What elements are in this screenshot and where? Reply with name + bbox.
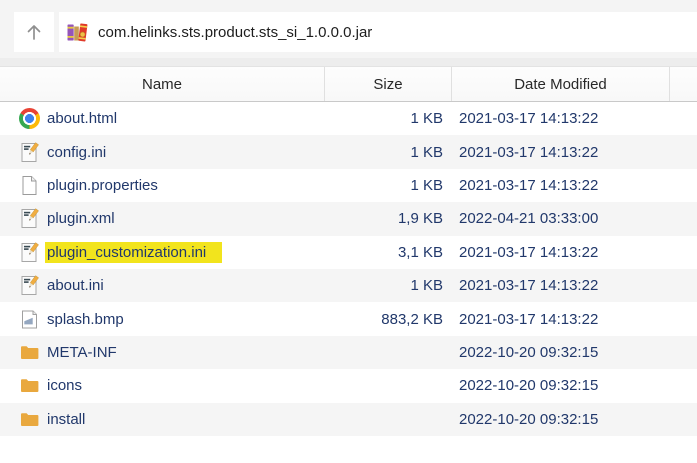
file-date-modified: 2021-03-17 14:13:22 xyxy=(452,144,670,161)
ini-file-icon xyxy=(19,275,40,296)
file-name: META-INF xyxy=(47,342,117,363)
file-name: config.ini xyxy=(47,142,106,163)
file-date-modified: 2021-03-17 14:13:22 xyxy=(452,311,670,328)
folder-file-icon xyxy=(19,342,40,363)
name-cell: plugin.properties xyxy=(0,175,325,196)
folder-file-icon xyxy=(19,375,40,396)
bitmap-image-icon xyxy=(19,309,40,330)
file-date-modified: 2021-03-17 14:13:22 xyxy=(452,110,670,127)
doc-file-icon xyxy=(19,175,40,196)
file-name: plugin.xml xyxy=(47,208,115,229)
chrome-file-icon xyxy=(19,108,40,129)
table-row[interactable]: plugin.properties 1 KB 2021-03-17 14:13:… xyxy=(0,169,697,202)
name-cell: META-INF xyxy=(0,342,325,363)
file-date-modified: 2021-03-17 14:13:22 xyxy=(452,244,670,261)
table-row[interactable]: plugin_customization.ini 3,1 KB 2021-03-… xyxy=(0,236,697,269)
folder-icon xyxy=(19,342,40,363)
ini-file-icon xyxy=(19,242,40,263)
file-name: about.ini xyxy=(47,275,104,296)
file-date-modified: 2022-10-20 09:32:15 xyxy=(452,411,670,428)
blank-document-icon xyxy=(19,175,40,196)
file-table-body: about.html 1 KB 2021-03-17 14:13:22 xyxy=(0,102,697,436)
jar-archive-icon xyxy=(66,21,89,44)
address-bar[interactable]: com.helinks.sts.product.sts_si_1.0.0.0.j… xyxy=(59,12,697,52)
table-row[interactable]: about.ini 1 KB 2021-03-17 14:13:22 xyxy=(0,269,697,302)
file-name: icons xyxy=(47,375,82,396)
file-date-modified: 2022-04-21 03:33:00 xyxy=(452,210,670,227)
name-cell: config.ini xyxy=(0,142,325,163)
file-size: 1 KB xyxy=(325,144,452,161)
file-name: plugin.properties xyxy=(47,175,158,196)
file-name: plugin_customization.ini xyxy=(45,242,222,263)
name-cell: about.html xyxy=(0,108,325,129)
settings-file-icon xyxy=(19,142,40,163)
file-date-modified: 2022-10-20 09:32:15 xyxy=(452,344,670,361)
up-arrow-icon xyxy=(23,21,45,43)
column-header-size[interactable]: Size xyxy=(325,67,452,101)
table-row[interactable]: icons 2022-10-20 09:32:15 xyxy=(0,369,697,402)
name-cell: about.ini xyxy=(0,275,325,296)
column-header-date-modified[interactable]: Date Modified xyxy=(452,67,670,101)
folder-icon xyxy=(19,409,40,430)
settings-file-icon xyxy=(19,275,40,296)
file-size: 883,2 KB xyxy=(325,311,452,328)
column-header-name[interactable]: Name xyxy=(0,67,325,101)
file-date-modified: 2021-03-17 14:13:22 xyxy=(452,177,670,194)
file-name: about.html xyxy=(47,108,117,129)
file-date-modified: 2021-03-17 14:13:22 xyxy=(452,277,670,294)
toolbar: com.helinks.sts.product.sts_si_1.0.0.0.j… xyxy=(0,0,697,66)
name-cell: icons xyxy=(0,375,325,396)
image-file-icon xyxy=(19,309,40,330)
file-size: 1,9 KB xyxy=(325,210,452,227)
table-row[interactable]: META-INF 2022-10-20 09:32:15 xyxy=(0,336,697,369)
archive-filename: com.helinks.sts.product.sts_si_1.0.0.0.j… xyxy=(98,24,372,41)
ini-file-icon xyxy=(19,208,40,229)
settings-file-icon xyxy=(19,242,40,263)
file-date-modified: 2022-10-20 09:32:15 xyxy=(452,377,670,394)
file-size: 1 KB xyxy=(325,110,452,127)
name-cell: plugin.xml xyxy=(0,208,325,229)
settings-file-icon xyxy=(19,208,40,229)
folder-file-icon xyxy=(19,409,40,430)
up-button[interactable] xyxy=(14,12,54,52)
table-row[interactable]: plugin.xml 1,9 KB 2022-04-21 03:33:00 xyxy=(0,202,697,235)
table-row[interactable]: splash.bmp 883,2 KB 2021-03-17 14:13:22 xyxy=(0,302,697,335)
column-header-spacer xyxy=(670,67,697,101)
file-size: 1 KB xyxy=(325,177,452,194)
ini-file-icon xyxy=(19,142,40,163)
column-headers: Name Size Date Modified xyxy=(0,66,697,102)
table-row[interactable]: install 2022-10-20 09:32:15 xyxy=(0,403,697,436)
name-cell: plugin_customization.ini xyxy=(0,242,325,263)
name-cell: install xyxy=(0,409,325,430)
table-row[interactable]: about.html 1 KB 2021-03-17 14:13:22 xyxy=(0,102,697,135)
name-cell: splash.bmp xyxy=(0,309,325,330)
folder-icon xyxy=(19,375,40,396)
file-name: splash.bmp xyxy=(47,309,124,330)
chrome-icon xyxy=(19,108,40,129)
file-size: 3,1 KB xyxy=(325,244,452,261)
file-size: 1 KB xyxy=(325,277,452,294)
file-name: install xyxy=(47,409,85,430)
table-row[interactable]: config.ini 1 KB 2021-03-17 14:13:22 xyxy=(0,135,697,168)
